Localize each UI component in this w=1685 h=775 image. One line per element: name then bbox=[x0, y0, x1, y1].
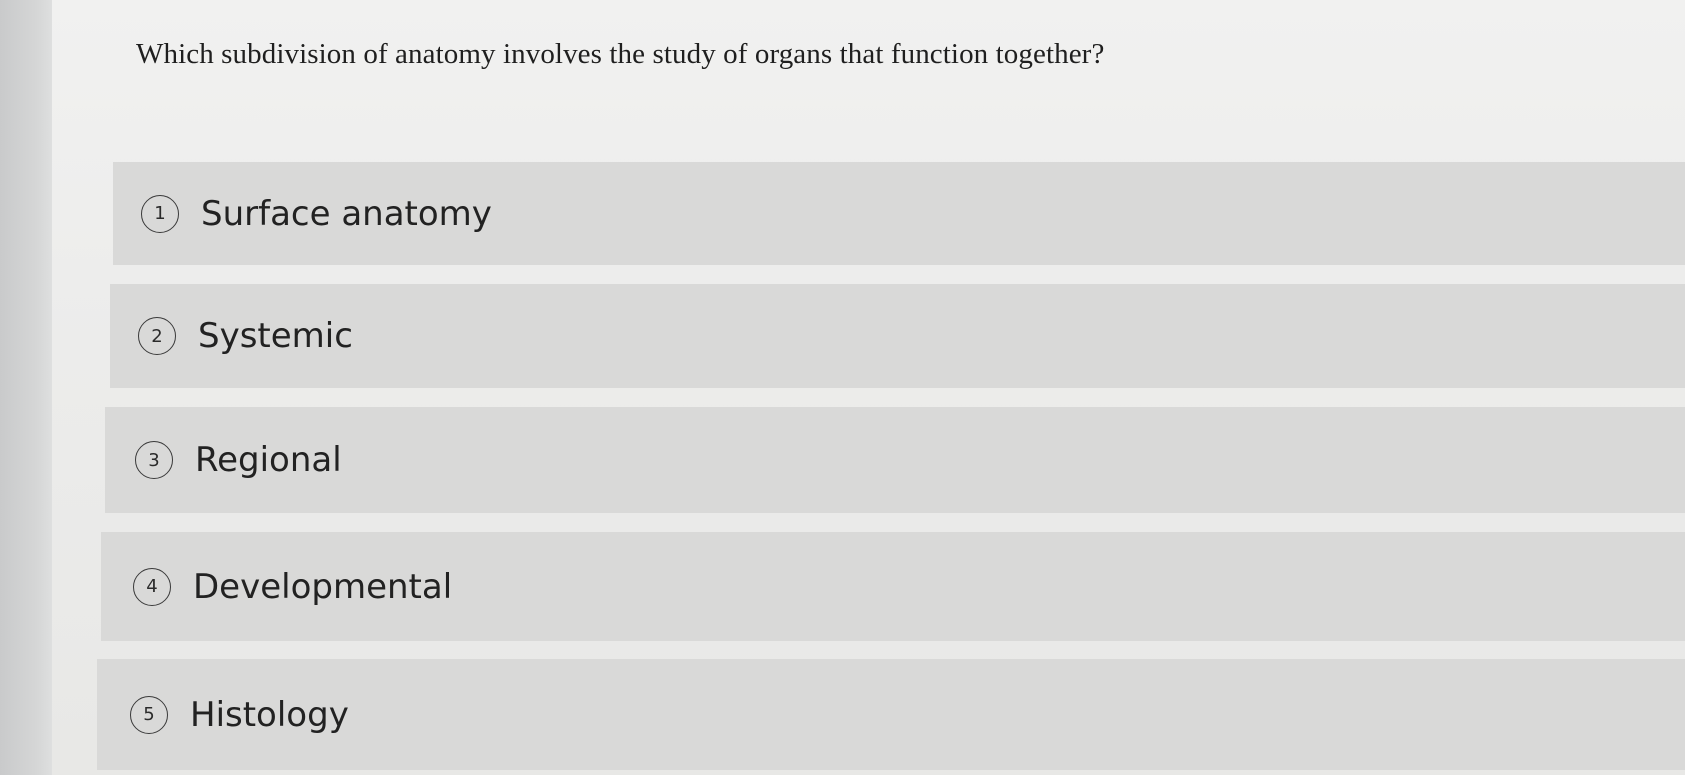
option-label: Histology bbox=[190, 694, 349, 735]
option-label: Regional bbox=[195, 440, 342, 480]
option-number-badge: 3 bbox=[135, 441, 173, 479]
answer-option-5[interactable]: 5 Histology bbox=[97, 659, 1685, 770]
answer-option-4[interactable]: 4 Developmental bbox=[101, 532, 1685, 641]
option-number-badge: 5 bbox=[130, 695, 168, 734]
answer-option-1[interactable]: 1 Surface anatomy bbox=[113, 162, 1685, 265]
left-edge-panel bbox=[0, 0, 52, 775]
question-text: Which subdivision of anatomy involves th… bbox=[136, 38, 1105, 70]
option-number-badge: 4 bbox=[133, 567, 171, 606]
option-number-badge: 2 bbox=[138, 317, 176, 355]
option-label: Systemic bbox=[198, 316, 353, 356]
option-label: Developmental bbox=[193, 566, 453, 607]
option-number-badge: 1 bbox=[141, 194, 179, 233]
option-label: Surface anatomy bbox=[201, 193, 492, 234]
answer-option-3[interactable]: 3 Regional bbox=[105, 407, 1685, 513]
answer-option-2[interactable]: 2 Systemic bbox=[110, 284, 1685, 388]
